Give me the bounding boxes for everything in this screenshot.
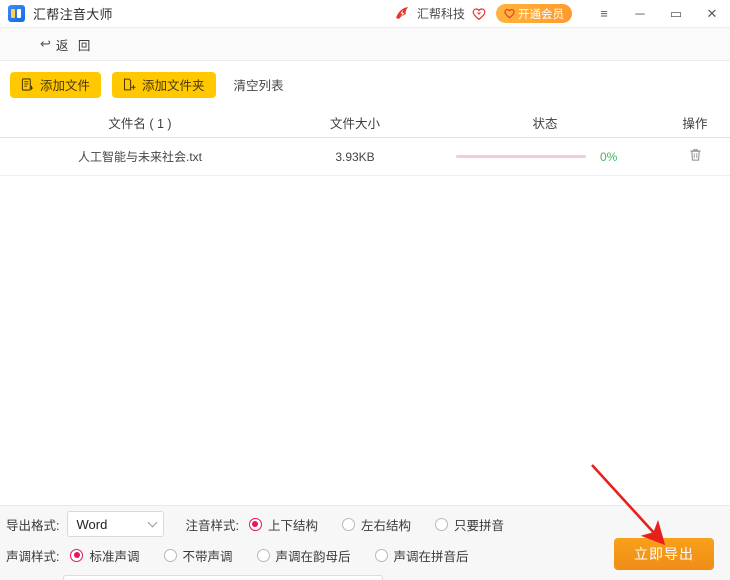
window-title: 汇帮注音大师 [33,7,113,22]
heart-outline-icon[interactable] [472,7,486,21]
maximize-glyph: ▭ [669,6,683,21]
close-glyph: ✕ [706,6,718,21]
tone-style-option-3-label: 声调在拼音后 [393,549,469,564]
add-file-label: 添加文件 [40,79,91,93]
menu-glyph: ≡ [600,6,608,21]
vip-heart-icon [504,8,515,19]
minimize-icon[interactable]: ─ [622,0,658,28]
add-folder-button[interactable]: 添加文件夹 [112,71,216,98]
minimize-glyph: ─ [635,6,645,21]
radio-dot-icon [163,548,177,562]
radio-dot-icon [374,548,388,562]
back-button[interactable]: ↩ 返 回 [40,35,93,54]
tone-style-option-1-label: 不带声调 [182,549,233,564]
tone-style-option-2-label: 声调在韵母后 [275,549,351,564]
progress-bar [456,155,586,158]
clear-list-button[interactable]: 清空列表 [234,75,284,94]
toolbar: 添加文件 添加文件夹 清空列表 [0,61,730,108]
add-folder-label: 添加文件夹 [142,79,205,93]
table-row[interactable]: 人工智能与未来社会.txt 3.93KB 0% [0,138,730,176]
export-format-value: Word [76,516,108,532]
column-header-status: 状态 [532,117,558,131]
clipped-text-input[interactable] [63,575,383,580]
title-bar: 汇帮注音大师 汇帮科技 开通会员 ≡ ─ ▭ ✕ [0,0,730,28]
application-window: 汇帮注音大师 汇帮科技 开通会员 ≡ ─ ▭ ✕ ↩ 返 回 添加文件 添加文件… [0,0,730,580]
tone-style-option-2[interactable]: 声调在韵母后 [256,546,351,565]
radio-dot-icon [341,517,355,531]
tone-style-option-0[interactable]: 标准声调 [70,546,140,565]
annotation-style-option-2[interactable]: 只要拼音 [435,515,504,534]
tone-style-radio-group: 标准声调 不带声调 声调在韵母后 声调在拼音后 [70,546,469,565]
column-header-filename: 文件名 ( 1 ) [108,117,172,131]
tone-style-option-0-label: 标准声调 [89,549,140,564]
navigation-bar: ↩ 返 回 [0,28,730,61]
cell-action [660,148,730,165]
add-file-icon [21,78,34,91]
export-format-select[interactable]: Word [67,511,165,537]
settings-row-tone: 声调样式: 标准声调 不带声调 声调在韵母后 声调在拼音后 [0,542,469,568]
file-table-header: 文件名 ( 1 ) 文件大小 状态 操作 [0,108,730,138]
vip-upgrade-button[interactable]: 开通会员 [496,4,572,23]
file-list-empty-area [0,176,730,505]
radio-dot-icon [435,517,448,531]
progress-percent-label: 0% [600,149,618,164]
trash-icon[interactable] [689,148,702,162]
export-button[interactable]: 立即导出 [614,538,714,570]
cell-filename: 人工智能与未来社会.txt [77,150,202,164]
tone-style-option-3[interactable]: 声调在拼音后 [374,546,469,565]
hamburger-menu-icon[interactable]: ≡ [586,0,622,28]
back-button-label: 返 回 [55,38,94,53]
brand-lightning-icon [394,6,411,21]
annotation-style-label: 注音样式: [185,518,239,533]
add-folder-icon [123,78,136,91]
add-file-button[interactable]: 添加文件 [10,71,102,98]
brand-name-label: 汇帮科技 [416,7,465,21]
back-arrow-icon: ↩ [40,36,51,51]
app-logo-icon [8,5,25,22]
column-header-action: 操作 [682,117,708,131]
annotation-style-option-1-label: 左右结构 [360,518,411,533]
vip-upgrade-label: 开通会员 [518,8,564,21]
column-header-filesize: 文件大小 [329,117,380,131]
export-format-label: 导出格式: [6,518,60,533]
tone-style-option-1[interactable]: 不带声调 [163,546,233,565]
settings-row-format: 导出格式: Word 注音样式: 上下结构 左右结构 只要拼音 [0,511,504,537]
annotation-style-option-0-label: 上下结构 [267,518,318,533]
title-bar-right-group: 汇帮科技 开通会员 ≡ ─ ▭ ✕ [394,0,730,28]
radio-dot-icon [248,517,262,531]
cell-status: 0% [430,150,660,164]
cell-filesize: 3.93KB [335,149,375,164]
tone-style-label: 声调样式: [6,549,60,564]
maximize-icon[interactable]: ▭ [658,0,694,28]
annotation-style-radio-group: 上下结构 左右结构 只要拼音 [248,515,504,534]
radio-dot-icon [70,548,84,562]
radio-dot-icon [256,548,270,562]
annotation-style-option-1[interactable]: 左右结构 [341,515,411,534]
close-icon[interactable]: ✕ [694,0,730,28]
annotation-style-option-0[interactable]: 上下结构 [248,515,318,534]
annotation-style-option-2-label: 只要拼音 [454,518,505,533]
chevron-down-icon [148,517,158,528]
